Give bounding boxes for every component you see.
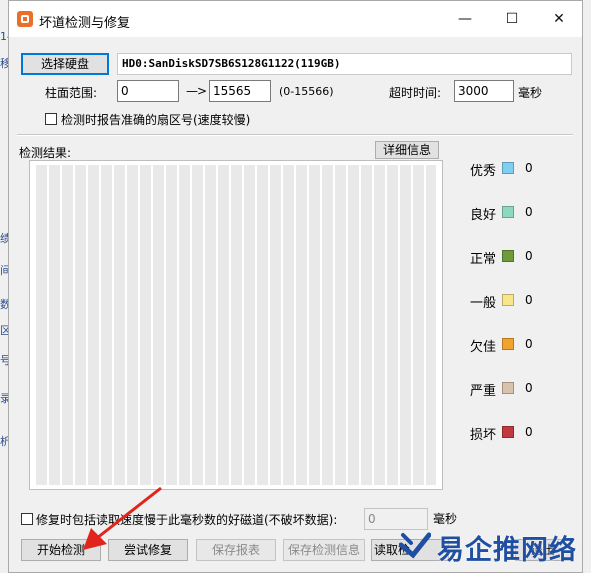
legend-swatch [502, 162, 514, 174]
app-icon [17, 11, 33, 27]
timeout-label: 超时时间: [389, 86, 442, 100]
save-report-button[interactable]: 保存报表 [196, 539, 276, 561]
legend-count: 0 [525, 381, 533, 395]
legend-label: 正常 [470, 252, 497, 267]
watermark-text: 易企推网络 [437, 535, 577, 566]
legend-count: 0 [525, 425, 533, 439]
legend-swatch [502, 206, 514, 218]
results-label: 检测结果: [19, 146, 72, 160]
legend-label: 一般 [470, 296, 497, 311]
repair-slow-label: 修复时包括读取速度慢于此毫秒数的好磁道(不破坏数据): [36, 513, 338, 527]
bad-sector-window: 坏道检测与修复 — ☐ ✕ 选择硬盘 HD0:SanDiskSD7SB6S128… [8, 0, 583, 573]
range-arrow: —> [186, 84, 207, 98]
start-scan-button[interactable]: 开始检测 [21, 539, 101, 561]
disk-info-field: HD0:SanDiskSD7SB6S128G1122(119GB) [117, 53, 572, 75]
maximize-button[interactable]: ☐ [489, 1, 535, 37]
minimize-icon: — [458, 11, 472, 27]
timeout-input[interactable]: 3000 [454, 80, 514, 102]
window-title: 坏道检测与修复 [39, 16, 131, 31]
repair-slow-checkbox[interactable] [21, 513, 33, 525]
range-hint: (0-15566) [279, 85, 334, 98]
legend-swatch [502, 338, 514, 350]
try-repair-button[interactable]: 尝试修复 [108, 539, 188, 561]
legend-count: 0 [525, 337, 533, 351]
close-icon: ✕ [553, 11, 565, 27]
legend-swatch [502, 294, 514, 306]
detail-info-button[interactable]: 详细信息 [375, 141, 439, 159]
title-bar[interactable]: 坏道检测与修复 — ☐ ✕ [9, 1, 582, 37]
sector-map-cells [36, 165, 436, 485]
legend-count: 0 [525, 161, 533, 175]
range-end-input[interactable]: 15565 [209, 80, 271, 102]
range-start-input[interactable]: 0 [117, 80, 179, 102]
legend-swatch [502, 426, 514, 438]
separator [17, 134, 573, 136]
sector-map [29, 160, 443, 490]
legend-count: 0 [525, 249, 533, 263]
save-scan-info-button[interactable]: 保存检测信息 [283, 539, 365, 561]
timeout-unit: 毫秒 [518, 86, 543, 100]
legend-label: 严重 [470, 384, 497, 399]
report-sector-checkbox[interactable] [45, 113, 57, 125]
maximize-icon: ☐ [505, 11, 519, 27]
legend-swatch [502, 250, 514, 262]
range-label: 柱面范围: [45, 86, 98, 100]
legend-swatch [502, 382, 514, 394]
close-button[interactable]: ✕ [536, 1, 582, 37]
legend-label: 优秀 [470, 164, 497, 179]
watermark: 易企推网络 [395, 525, 585, 567]
legend-label: 良好 [470, 208, 497, 223]
legend-count: 0 [525, 205, 533, 219]
legend-count: 0 [525, 293, 533, 307]
minimize-button[interactable]: — [442, 1, 488, 37]
watermark-logo-icon [399, 532, 431, 559]
report-sector-label: 检测时报告准确的扇区号(速度较慢) [61, 113, 251, 127]
select-disk-button[interactable]: 选择硬盘 [21, 53, 109, 75]
legend-label: 损坏 [470, 428, 497, 443]
legend-label: 欠佳 [470, 340, 497, 355]
